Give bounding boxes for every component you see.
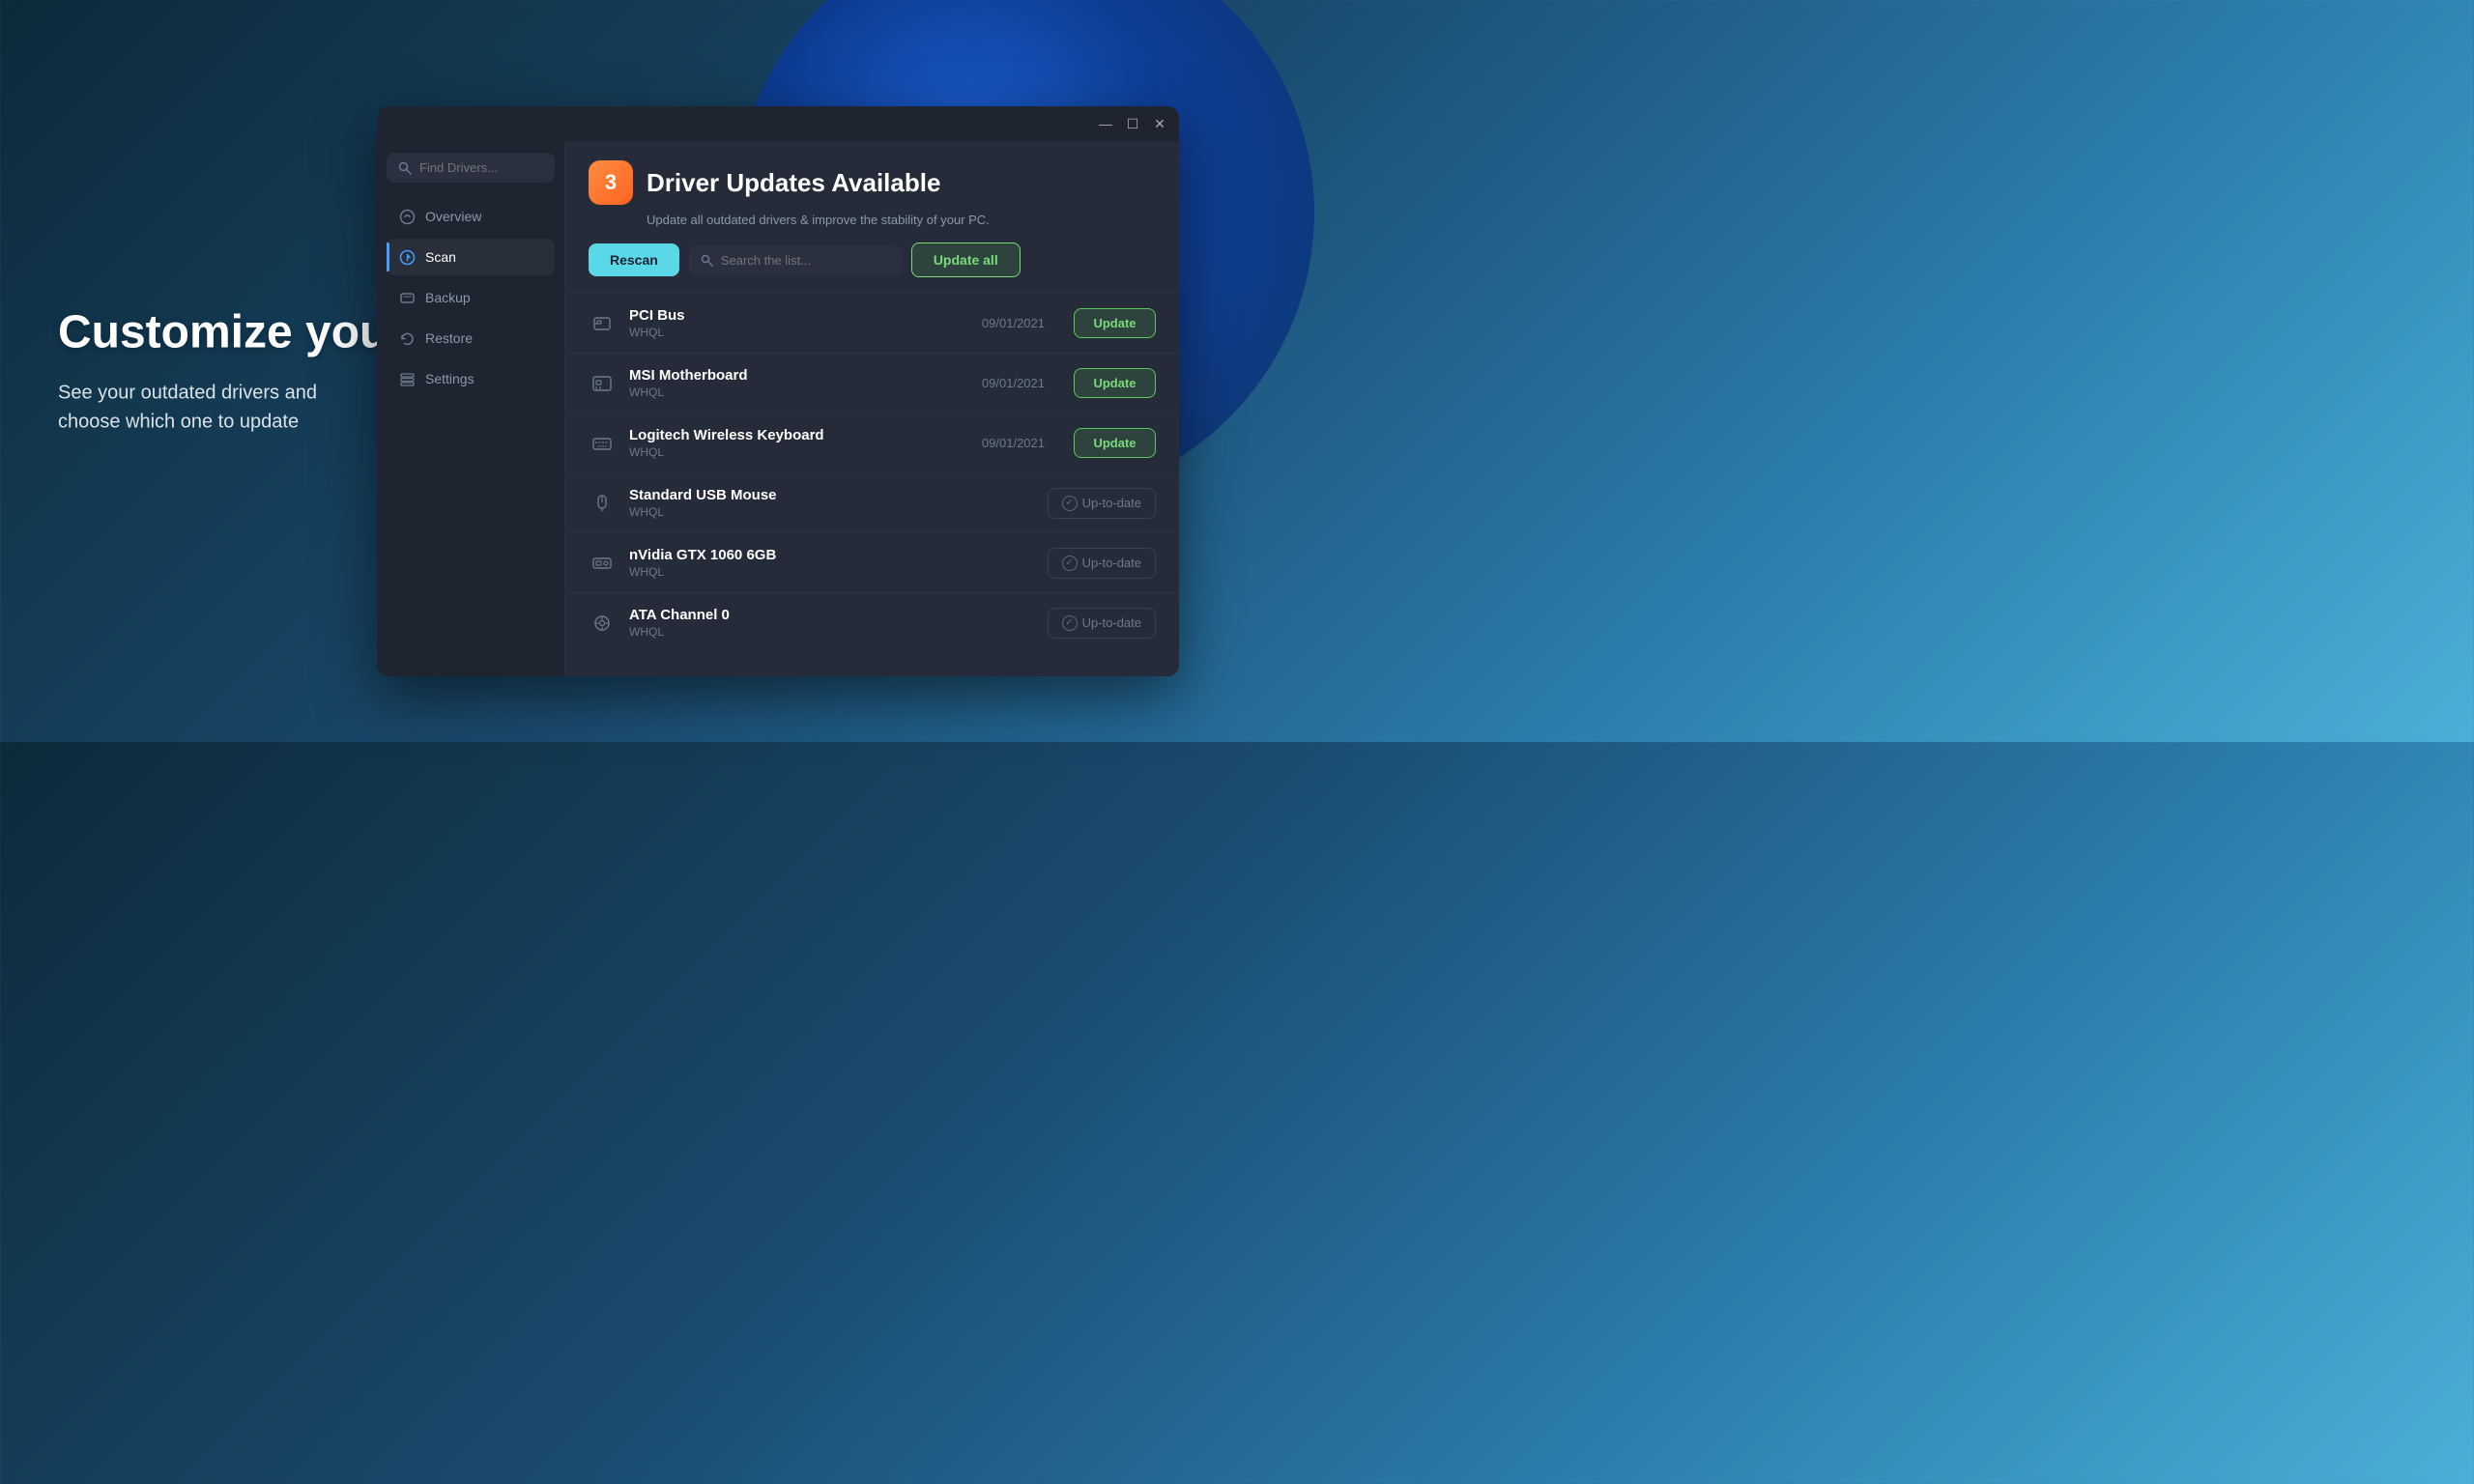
driver-name: Standard USB Mouse — [629, 487, 1005, 503]
driver-tag: WHQL — [629, 625, 1005, 639]
uptodate-label: Up-to-date — [1082, 615, 1141, 630]
driver-tag: WHQL — [629, 505, 1005, 519]
search-input[interactable] — [419, 160, 543, 175]
update-button-keyboard[interactable]: Update — [1074, 428, 1156, 458]
driver-row: nVidia GTX 1060 6GB WHQL ✓ Up-to-date — [565, 533, 1179, 593]
update-all-button[interactable]: Update all — [911, 243, 1021, 277]
driver-name: MSI Motherboard — [629, 367, 968, 384]
driver-info-pci: PCI Bus WHQL — [629, 307, 968, 339]
banner-top: 3 Driver Updates Available — [589, 160, 1156, 205]
app-content: Overview Scan Backup — [377, 141, 1179, 676]
uptodate-button-mouse[interactable]: ✓ Up-to-date — [1048, 488, 1156, 519]
driver-date: 09/01/2021 — [982, 376, 1045, 390]
sidebar-item-restore[interactable]: Restore — [387, 320, 555, 357]
title-bar: — ☐ ✕ — [377, 106, 1179, 141]
close-button[interactable]: ✕ — [1152, 116, 1167, 131]
checkmark-icon: ✓ — [1062, 556, 1078, 571]
driver-info-gpu: nVidia GTX 1060 6GB WHQL — [629, 547, 1005, 579]
settings-label: Settings — [425, 371, 475, 386]
banner-actions: Rescan Update all — [589, 243, 1156, 277]
app-window: — ☐ ✕ — [377, 106, 1179, 676]
scan-label: Scan — [425, 249, 456, 265]
driver-tag: WHQL — [629, 445, 968, 459]
driver-info-mouse: Standard USB Mouse WHQL — [629, 487, 1005, 519]
driver-icon-keyboard — [589, 430, 616, 457]
backup-label: Backup — [425, 290, 471, 305]
driver-row: Logitech Wireless Keyboard WHQL 09/01/20… — [565, 414, 1179, 473]
sidebar-item-scan[interactable]: Scan — [387, 239, 555, 275]
rescan-button[interactable]: Rescan — [589, 243, 679, 276]
driver-date: 09/01/2021 — [982, 316, 1045, 330]
driver-row: Standard USB Mouse WHQL ✓ Up-to-date — [565, 473, 1179, 533]
uptodate-label: Up-to-date — [1082, 556, 1141, 570]
search-list-icon — [701, 254, 713, 267]
driver-tag: WHQL — [629, 326, 968, 339]
uptodate-label: Up-to-date — [1082, 496, 1141, 510]
update-button-msi[interactable]: Update — [1074, 368, 1156, 398]
driver-name: nVidia GTX 1060 6GB — [629, 547, 1005, 563]
scan-icon — [398, 248, 416, 266]
uptodate-button-ata[interactable]: ✓ Up-to-date — [1048, 608, 1156, 639]
driver-info-ata: ATA Channel 0 WHQL — [629, 607, 1005, 639]
search-list-input[interactable] — [721, 253, 890, 268]
driver-info-msi: MSI Motherboard WHQL — [629, 367, 968, 399]
driver-info-keyboard: Logitech Wireless Keyboard WHQL — [629, 427, 968, 459]
restore-label: Restore — [425, 330, 473, 346]
driver-icon-pci — [589, 310, 616, 337]
driver-name: ATA Channel 0 — [629, 607, 1005, 623]
sidebar-item-backup[interactable]: Backup — [387, 279, 555, 316]
driver-icon-mouse — [589, 490, 616, 517]
driver-tag: WHQL — [629, 385, 968, 399]
sidebar-item-overview[interactable]: Overview — [387, 198, 555, 235]
checkmark-icon: ✓ — [1062, 615, 1078, 631]
driver-tag: WHQL — [629, 565, 1005, 579]
restore-icon — [398, 329, 416, 347]
sidebar: Overview Scan Backup — [377, 141, 565, 676]
driver-row: ATA Channel 0 WHQL ✓ Up-to-date — [565, 593, 1179, 652]
banner-title: Driver Updates Available — [647, 168, 940, 198]
hero-subtitle: See your outdated drivers and choose whi… — [58, 379, 348, 437]
driver-icon-msi — [589, 370, 616, 397]
sidebar-item-settings[interactable]: Settings — [387, 360, 555, 397]
driver-row: MSI Motherboard WHQL 09/01/2021 Update — [565, 354, 1179, 414]
driver-name: PCI Bus — [629, 307, 968, 324]
uptodate-button-gpu[interactable]: ✓ Up-to-date — [1048, 548, 1156, 579]
driver-row: PCI Bus WHQL 09/01/2021 Update — [565, 294, 1179, 354]
banner-subtitle: Update all outdated drivers & improve th… — [647, 213, 1156, 227]
minimize-button[interactable]: — — [1098, 116, 1113, 131]
driver-search-box[interactable] — [387, 153, 555, 183]
driver-name: Logitech Wireless Keyboard — [629, 427, 968, 443]
backup-icon — [398, 289, 416, 306]
update-button-pci[interactable]: Update — [1074, 308, 1156, 338]
overview-label: Overview — [425, 209, 481, 224]
update-banner: 3 Driver Updates Available Update all ou… — [565, 141, 1179, 294]
driver-date: 09/01/2021 — [982, 436, 1045, 450]
search-icon — [398, 161, 412, 175]
maximize-button[interactable]: ☐ — [1125, 116, 1140, 131]
driver-icon-gpu — [589, 550, 616, 577]
driver-icon-ata — [589, 610, 616, 637]
update-count-badge: 3 — [589, 160, 633, 205]
main-content: 3 Driver Updates Available Update all ou… — [565, 141, 1179, 676]
driver-list: PCI Bus WHQL 09/01/2021 Update — [565, 294, 1179, 676]
settings-icon — [398, 370, 416, 387]
overview-icon — [398, 208, 416, 225]
search-list-box[interactable] — [689, 245, 902, 275]
checkmark-icon: ✓ — [1062, 496, 1078, 511]
